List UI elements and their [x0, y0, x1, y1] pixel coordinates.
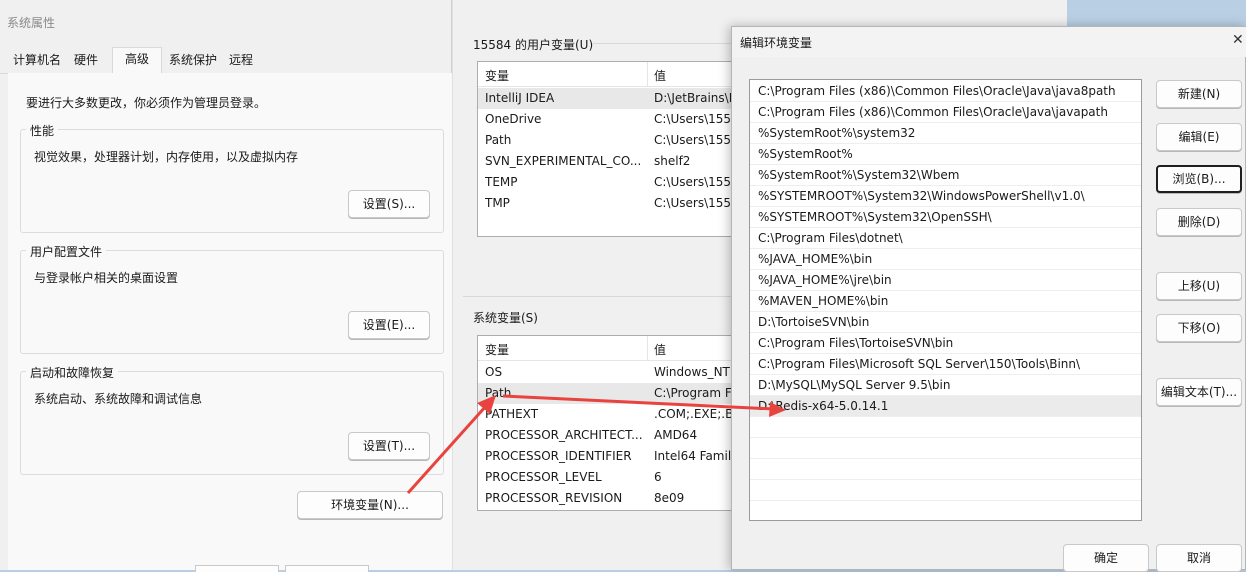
tab-page-advanced: 要进行大多数更改，你必须作为管理员登录。 性能 视觉效果，处理器计划，内存使用，…	[8, 73, 452, 570]
system-variables-title: 系统变量(S)	[473, 311, 538, 325]
move-up-button[interactable]: 上移(U)	[1156, 272, 1242, 300]
path-entry[interactable]: C:\Program Files (x86)\Common Files\Orac…	[750, 102, 1141, 123]
path-entry[interactable]: %SystemRoot%\System32\Wbem	[750, 165, 1141, 186]
new-button[interactable]: 新建(N)	[1156, 80, 1242, 108]
system-variable-value: .COM;.EXE;.BA	[654, 407, 742, 421]
user-variable-name: TMP	[485, 196, 510, 210]
column-header-value[interactable]: 值	[654, 341, 666, 358]
admin-note: 要进行大多数更改，你必须作为管理员登录。	[26, 96, 267, 110]
user-variables-title: 15584 的用户变量(U)	[473, 38, 594, 52]
user-variable-value: C:\Users\1558	[654, 133, 739, 147]
user-variable-name: SVN_EXPERIMENTAL_CO...	[485, 154, 642, 168]
system-variable-value: 8e09	[654, 491, 685, 505]
tab-advanced[interactable]: 高级	[112, 47, 162, 73]
system-variable-value: 6	[654, 470, 662, 484]
tab-hardware[interactable]: 硬件	[68, 49, 104, 71]
system-variable-name: Path	[485, 386, 512, 400]
user-profile-title: 用户配置文件	[26, 243, 107, 260]
path-entry[interactable]: %JAVA_HOME%\jre\bin	[750, 270, 1141, 291]
system-variable-value: AMD64	[654, 428, 698, 442]
tab-remote[interactable]: 远程	[226, 49, 256, 71]
column-header-variable[interactable]: 变量	[485, 67, 509, 84]
path-entry[interactable]: %SYSTEMROOT%\System32\OpenSSH\	[750, 207, 1141, 228]
bottom-button-edge	[195, 565, 279, 572]
environment-variables-button[interactable]: 环境变量(N)...	[297, 491, 443, 519]
path-entry-empty[interactable]	[750, 417, 1141, 438]
path-entry[interactable]: C:\Program Files\dotnet\	[750, 228, 1141, 249]
performance-desc: 视觉效果，处理器计划，内存使用，以及虚拟内存	[34, 150, 299, 164]
path-entry-empty[interactable]	[750, 480, 1141, 501]
user-profile-desc: 与登录帐户相关的桌面设置	[34, 271, 179, 285]
startup-recovery-settings-button[interactable]: 设置(T)...	[348, 432, 430, 460]
user-variable-value: C:\Users\1558	[654, 196, 739, 210]
system-variable-value: Intel64 Family	[654, 449, 739, 463]
system-variable-name: OS	[485, 365, 503, 379]
column-header-value[interactable]: 值	[654, 67, 666, 84]
user-variable-value: C:\Users\1558	[654, 112, 739, 126]
tab-strip: 计算机名 硬件 高级 系统保护 远程	[0, 47, 452, 74]
path-entry[interactable]: %SystemRoot%	[750, 144, 1141, 165]
user-variable-value: shelf2	[654, 154, 691, 168]
system-variable-name: PATHEXT	[485, 407, 539, 421]
window-title: 系统属性	[7, 16, 56, 30]
path-entry[interactable]: D:\MySQL\MySQL Server 9.5\bin	[750, 375, 1141, 396]
performance-settings-button[interactable]: 设置(S)...	[348, 190, 430, 218]
path-entry[interactable]: D:\TortoiseSVN\bin	[750, 312, 1141, 333]
path-entry[interactable]: C:\Program Files (x86)\Common Files\Orac…	[750, 81, 1141, 102]
system-properties-window: 系统属性 计算机名 硬件 高级 系统保护 远程 要进行大多数更改，你必须作为管理…	[0, 0, 452, 572]
user-variable-name: Path	[485, 133, 512, 147]
browse-button[interactable]: 浏览(B)...	[1156, 165, 1242, 193]
user-variable-name: TEMP	[485, 175, 518, 189]
system-variable-name: PROCESSOR_REVISION	[485, 491, 623, 505]
edit-button[interactable]: 编辑(E)	[1156, 123, 1242, 151]
path-entry-empty[interactable]	[750, 459, 1141, 480]
system-variable-name: PROCESSOR_LEVEL	[485, 470, 602, 484]
performance-title: 性能	[26, 122, 59, 139]
user-variable-name: OneDrive	[485, 112, 542, 126]
system-variable-name: PROCESSOR_IDENTIFIER	[485, 449, 632, 463]
dialog-title: 编辑环境变量	[740, 36, 813, 50]
path-entries-list[interactable]: C:\Program Files (x86)\Common Files\Orac…	[749, 79, 1142, 521]
path-entry[interactable]: %SystemRoot%\system32	[750, 123, 1141, 144]
edit-text-button[interactable]: 编辑文本(T)...	[1156, 378, 1242, 406]
path-entry[interactable]: C:\Program Files\Microsoft SQL Server\15…	[750, 354, 1141, 375]
bottom-button-edge-2	[285, 565, 369, 572]
system-variable-name: PROCESSOR_ARCHITECT...	[485, 428, 643, 442]
startup-recovery-title: 启动和故障恢复	[26, 364, 119, 381]
path-entry[interactable]: %JAVA_HOME%\bin	[750, 249, 1141, 270]
cancel-button[interactable]: 取消	[1156, 544, 1242, 572]
path-entry-selected[interactable]: D:\Redis-x64-5.0.14.1	[750, 396, 1141, 417]
system-variable-value: C:\Program Fi	[654, 386, 735, 400]
column-header-variable[interactable]: 变量	[485, 341, 509, 358]
ok-button[interactable]: 确定	[1063, 544, 1149, 572]
user-variable-value: C:\Users\1558	[654, 175, 739, 189]
path-entry-empty[interactable]	[750, 438, 1141, 459]
tab-computer-name[interactable]: 计算机名	[8, 49, 66, 71]
startup-recovery-desc: 系统启动、系统故障和调试信息	[34, 392, 203, 406]
delete-button[interactable]: 删除(D)	[1156, 208, 1242, 236]
path-entry[interactable]: %MAVEN_HOME%\bin	[750, 291, 1141, 312]
edit-environment-variable-dialog: 编辑环境变量 ✕ C:\Program Files (x86)\Common F…	[731, 26, 1246, 572]
tab-system-protection[interactable]: 系统保护	[166, 49, 220, 71]
path-entry[interactable]: C:\Program Files\TortoiseSVN\bin	[750, 333, 1141, 354]
user-variable-value: D:\JetBrains\I	[654, 91, 733, 105]
path-entry[interactable]: %SYSTEMROOT%\System32\WindowsPowerShell\…	[750, 186, 1141, 207]
move-down-button[interactable]: 下移(O)	[1156, 314, 1242, 342]
user-profile-settings-button[interactable]: 设置(E)...	[348, 311, 430, 339]
system-variable-value: Windows_NT	[654, 365, 730, 379]
close-icon[interactable]: ✕	[1232, 32, 1244, 48]
user-variable-name: IntelliJ IDEA	[485, 91, 555, 105]
